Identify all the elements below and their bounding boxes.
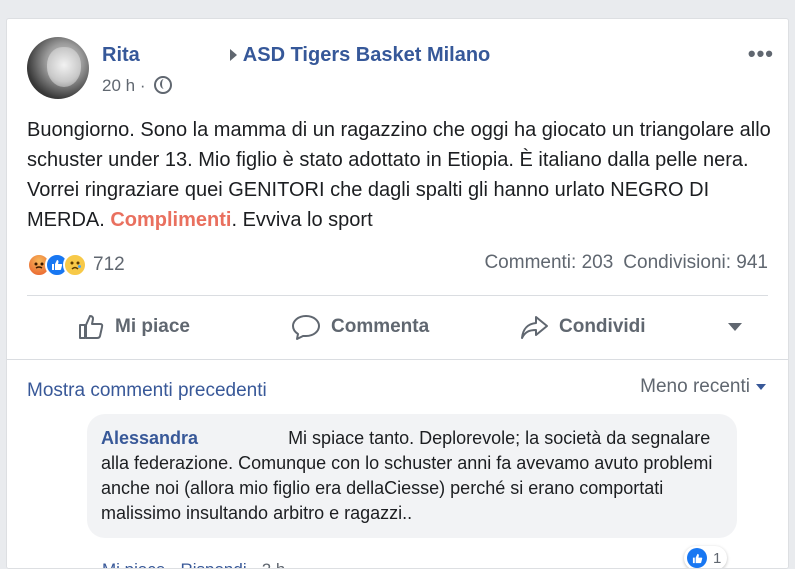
comment-button[interactable]: Commenta bbox=[291, 305, 429, 349]
thumbs-up-icon bbox=[79, 315, 104, 339]
comments-section: Mostra commenti precedenti Meno recenti … bbox=[7, 360, 788, 568]
post-header: Rita ASD Tigers Basket Milano bbox=[102, 44, 490, 67]
post-text-end: . Evviva lo sport bbox=[231, 209, 373, 231]
like-icon bbox=[687, 548, 707, 568]
post-text-highlight: Complimenti bbox=[110, 209, 232, 231]
reactions-summary[interactable]: 712 bbox=[27, 252, 125, 278]
comment-sort-dropdown[interactable]: Meno recenti bbox=[640, 376, 766, 398]
action-bar: Mi piace Commenta Condividi bbox=[27, 305, 768, 349]
more-options-icon[interactable]: ••• bbox=[748, 41, 774, 67]
arrow-right-icon bbox=[229, 48, 237, 61]
divider bbox=[27, 295, 768, 296]
author-name[interactable]: Rita bbox=[102, 44, 140, 66]
group-name[interactable]: ASD Tigers Basket Milano bbox=[243, 44, 490, 66]
comment-author[interactable]: Alessandra bbox=[101, 428, 198, 448]
audience-dropdown[interactable] bbox=[727, 305, 753, 349]
comment-sort-label: Meno recenti bbox=[640, 376, 750, 397]
sad-icon bbox=[63, 253, 87, 277]
comment-like-link[interactable]: Mi piace bbox=[102, 560, 165, 568]
show-previous-comments-link[interactable]: Mostra commenti precedenti bbox=[27, 380, 267, 402]
share-button-label: Condividi bbox=[559, 316, 646, 337]
comment-actions: Mi piace · Rispondi · 2 h bbox=[102, 560, 286, 568]
separator: · bbox=[251, 560, 257, 568]
comment-bubble: Alessandra Mi spiace tanto. Deplorevole; … bbox=[87, 414, 737, 538]
post-meta: 20 h · bbox=[102, 76, 173, 96]
comment-button-label: Commenta bbox=[331, 316, 430, 337]
caret-down-icon bbox=[756, 383, 766, 390]
post-stats: Commenti: 203 Condivisioni: 941 bbox=[484, 252, 768, 274]
comment-reply-link[interactable]: Rispondi bbox=[180, 560, 246, 568]
like-button-label: Mi piace bbox=[115, 316, 190, 337]
separator: · bbox=[170, 560, 176, 568]
globe-icon[interactable] bbox=[154, 76, 173, 94]
comment-icon bbox=[292, 315, 320, 340]
post-card: Rita ASD Tigers Basket Milano 20 h · ••• … bbox=[6, 18, 789, 569]
post-text: Buongiorno. Sono la mamma di un ragazzin… bbox=[27, 115, 777, 235]
comment-reaction-count: 1 bbox=[713, 549, 722, 567]
comment-reaction-badge[interactable]: 1 bbox=[684, 546, 728, 568]
comment-time[interactable]: 2 h bbox=[262, 560, 286, 568]
shares-count[interactable]: Condivisioni: 941 bbox=[623, 252, 768, 273]
share-icon bbox=[521, 316, 548, 339]
reaction-count[interactable]: 712 bbox=[93, 254, 125, 276]
post-time[interactable]: 20 h bbox=[102, 76, 135, 95]
meta-separator: · bbox=[139, 76, 146, 95]
share-button[interactable]: Condividi bbox=[519, 305, 646, 349]
like-button[interactable]: Mi piace bbox=[77, 305, 190, 349]
avatar[interactable] bbox=[27, 37, 89, 99]
chevron-down-icon bbox=[728, 323, 742, 331]
comments-count[interactable]: Commenti: 203 bbox=[484, 252, 613, 273]
